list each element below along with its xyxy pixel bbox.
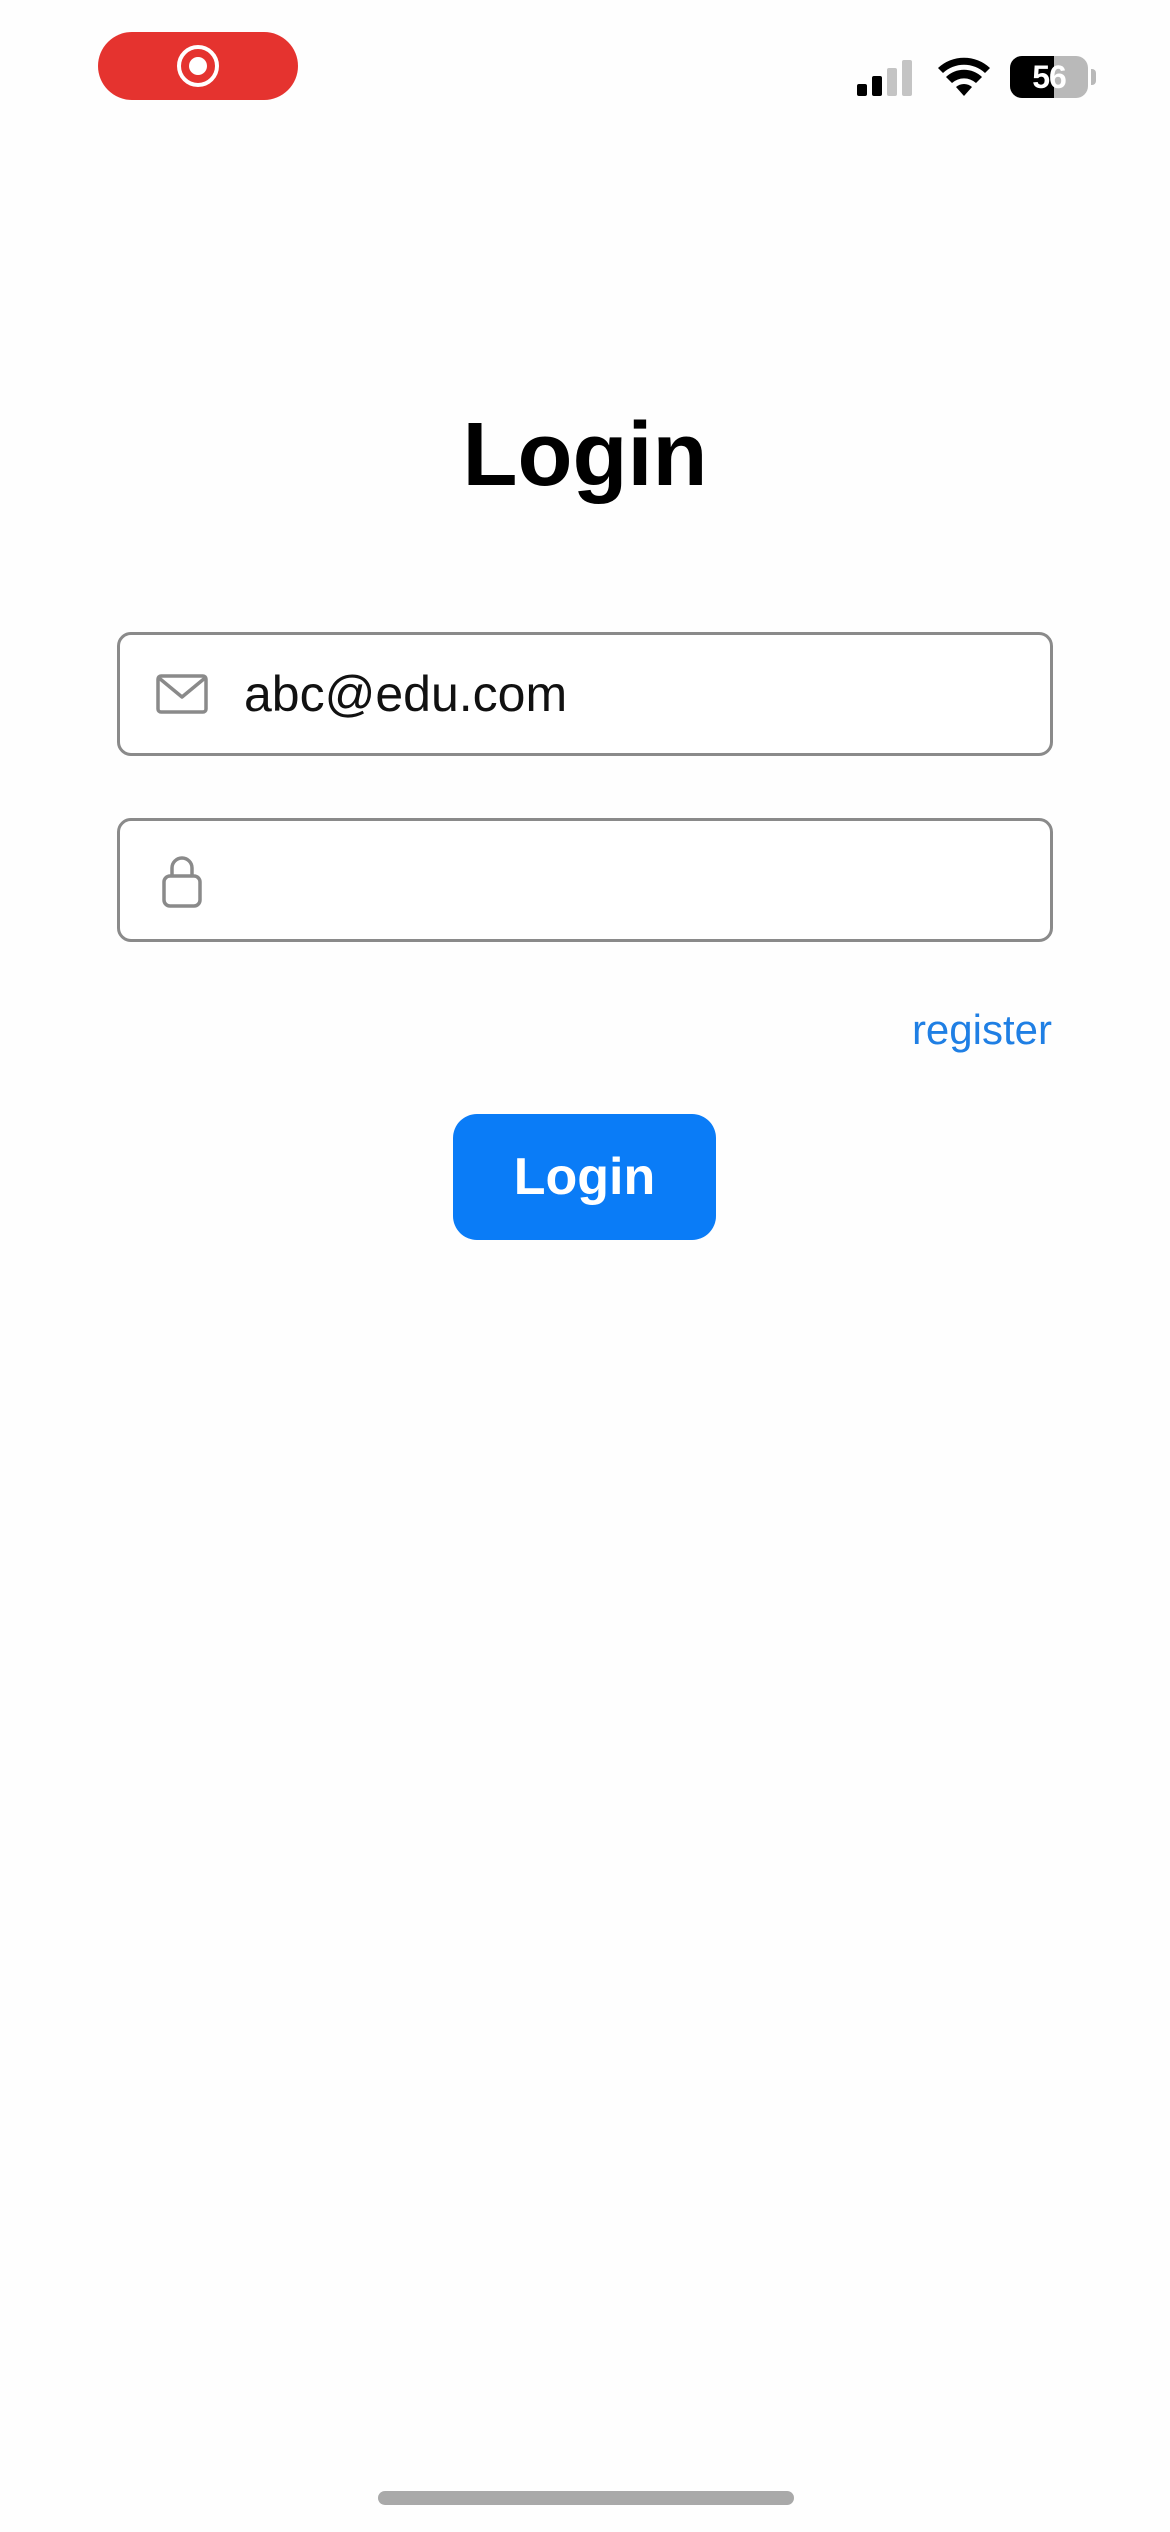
register-link[interactable]: register xyxy=(912,1000,1052,1060)
battery-icon: 56 xyxy=(1010,56,1096,98)
screen-recording-indicator[interactable] xyxy=(98,32,298,100)
email-field[interactable] xyxy=(117,632,1053,756)
battery-level: 56 xyxy=(1032,59,1067,95)
login-screen: 56 Login register Login xyxy=(0,0,1170,2532)
cellular-signal-icon xyxy=(857,60,912,96)
password-field[interactable] xyxy=(117,818,1053,942)
lock-icon xyxy=(162,856,202,908)
login-button[interactable]: Login xyxy=(453,1114,716,1240)
home-indicator[interactable] xyxy=(378,2491,794,2505)
wifi-icon xyxy=(938,57,990,96)
screen-record-icon xyxy=(177,45,219,87)
password-input[interactable] xyxy=(244,821,1030,939)
page-title: Login xyxy=(462,405,708,505)
envelope-icon xyxy=(156,674,208,714)
email-input[interactable] xyxy=(244,635,1030,753)
